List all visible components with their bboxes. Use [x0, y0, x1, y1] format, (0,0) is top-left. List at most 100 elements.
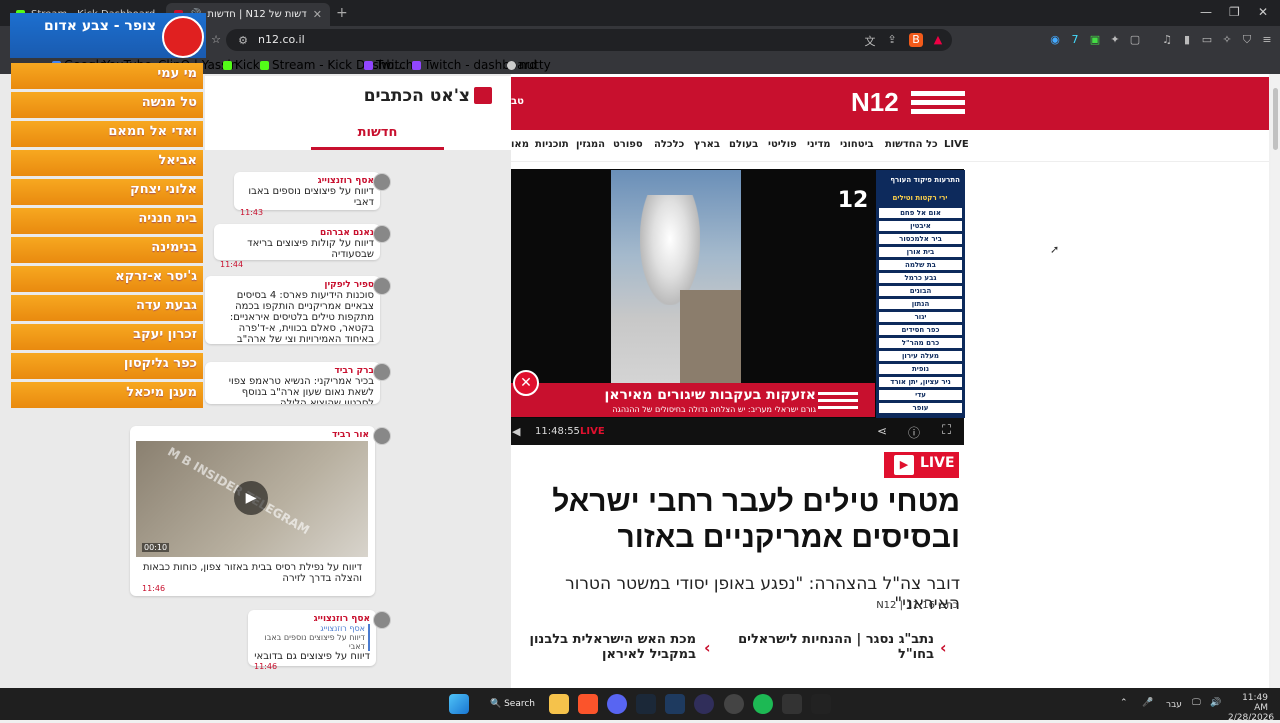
close-icon[interactable]: ✕: [313, 8, 322, 21]
tab-news[interactable]: חדשות: [311, 118, 444, 150]
related-article[interactable]: נתב"ג נסגר | ההנחיות לישראלים בחו"ל: [734, 632, 934, 662]
avatar: [373, 611, 391, 629]
alert-location: בנימינה: [11, 237, 203, 263]
avatar: [373, 225, 391, 243]
info-icon[interactable]: ⓘ: [908, 424, 920, 441]
chat-message: אסף רוזנצוייג דיווח על פיצוצים נוספים בא…: [234, 172, 380, 217]
translate-icon[interactable]: 文: [863, 33, 877, 48]
nav-diplomatic[interactable]: מדיני: [807, 139, 831, 150]
alert-location: זכרון יעקב: [11, 324, 203, 350]
share-icon[interactable]: ⇪: [885, 33, 899, 47]
language-indicator[interactable]: עבר: [1166, 700, 1182, 710]
logo-stripes-icon: [911, 91, 965, 117]
new-tab-button[interactable]: +: [336, 5, 348, 21]
video-thumbnail[interactable]: M B INSIDER TELEGRAM ▶ 00:10: [136, 441, 368, 557]
close-player-button[interactable]: ✕: [513, 370, 539, 396]
nav-magazine[interactable]: המגזין: [576, 139, 605, 150]
related-article[interactable]: מכת האש הישראלית בלבנון במקביל לאיראן: [511, 632, 697, 666]
extensions-icon[interactable]: ✦: [1108, 33, 1122, 47]
extension-icon[interactable]: ◉: [1048, 33, 1062, 47]
channel-12-logo: 12: [837, 188, 869, 213]
avatar: [373, 277, 391, 295]
app-icon[interactable]: [782, 694, 802, 714]
alert-location: ג'יסר א-זרקא: [11, 266, 203, 292]
alert-location: מי עמי: [11, 63, 203, 89]
bookmark-item[interactable]: nutty: [507, 58, 551, 72]
tray-chevron-icon[interactable]: ⌃: [1120, 698, 1128, 708]
scrollbar[interactable]: [1271, 74, 1280, 688]
brave-shield-icon[interactable]: B: [909, 33, 923, 47]
chat-message: נאנם אברהם דיווח על קולות פיצוצים בריאד …: [214, 224, 380, 269]
volume-icon[interactable]: ◀: [512, 425, 520, 438]
app-icon[interactable]: [694, 694, 714, 714]
media-icon[interactable]: ♫: [1160, 33, 1174, 47]
alert-locations-list: מי עמי טל מנשה ואדי אל חמאם אביאל אלוני …: [11, 63, 203, 408]
steam-icon[interactable]: [636, 694, 656, 714]
header-link[interactable]: טב: [511, 96, 524, 107]
mic-icon[interactable]: 🎤: [1142, 698, 1153, 708]
bookmark-item[interactable]: Twitch: [364, 58, 413, 72]
nav-more[interactable]: מאו: [511, 139, 529, 150]
home-front-alerts-panel: התרעות פיקוד העורף ירי רקטות וטילים אום …: [876, 170, 965, 418]
network-icon[interactable]: 🖵: [1192, 698, 1201, 708]
nav-live[interactable]: LIVE: [944, 139, 969, 150]
obs-icon[interactable]: [724, 694, 744, 714]
nav-sport[interactable]: ספורט: [613, 139, 643, 150]
bookmark-icon[interactable]: ☆: [209, 33, 223, 47]
alert-location: אלוני יצחק: [11, 179, 203, 205]
chat-title: צ'אט הכתבים: [363, 86, 470, 106]
taskbar-search[interactable]: 🔍 Search: [490, 699, 535, 709]
volume-icon[interactable]: 🔊: [1210, 698, 1221, 708]
nav-world[interactable]: בעולם: [729, 139, 758, 150]
twitch-icon: [412, 60, 421, 70]
app-icon[interactable]: [811, 694, 831, 714]
discord-icon[interactable]: [607, 694, 627, 714]
chat-icon: [474, 87, 492, 104]
brave-icon[interactable]: [578, 694, 598, 714]
clock[interactable]: 11:49 AM 2/28/2026: [1228, 693, 1274, 723]
kick-icon: [223, 60, 232, 70]
extension-icon[interactable]: ▢: [1128, 33, 1142, 47]
play-icon[interactable]: ▶: [234, 481, 268, 515]
site-settings-icon[interactable]: ⚙: [236, 34, 250, 48]
chat-message: ספיר ליפקין סוכנות הידיעות פארס: 4 בסיסי…: [205, 276, 380, 344]
bookmark-item[interactable]: Kick: [223, 58, 260, 72]
smoke-plume: [640, 195, 700, 305]
live-badge[interactable]: ▶ LIVE: [884, 452, 959, 478]
nav-all-news[interactable]: כל החדשות: [885, 139, 938, 150]
nav-economy[interactable]: כלכלה: [654, 139, 684, 150]
rewards-icon[interactable]: ▲: [931, 33, 945, 47]
leo-icon[interactable]: ✧: [1220, 33, 1234, 47]
extension-icon[interactable]: 7: [1068, 33, 1082, 47]
article-headline[interactable]: מטחי טילים לעבר רחבי ישראל ובסיסים אמריק…: [520, 484, 960, 556]
chat-message: ברק רביד בכיר אמריקני: הנשיא טראמפ צפוי …: [205, 362, 380, 404]
menu-icon[interactable]: ≡: [1260, 33, 1274, 47]
nav-security[interactable]: ביטחוני: [840, 139, 874, 150]
nav-politics[interactable]: פוליטי: [768, 139, 797, 150]
n12-stripes-icon: [818, 392, 858, 412]
play-icon: ▶: [894, 455, 914, 475]
restore-icon[interactable]: ❐: [1229, 5, 1240, 19]
vpn-icon[interactable]: ⛉: [1240, 33, 1254, 47]
twitch-icon: [364, 60, 373, 70]
sidebar-icon[interactable]: ▮: [1180, 33, 1194, 47]
wallet-icon[interactable]: ▭: [1200, 33, 1214, 47]
nav-shows[interactable]: תוכניות: [535, 139, 569, 150]
minimize-icon[interactable]: —: [1200, 5, 1212, 19]
extension-icon[interactable]: ▣: [1088, 33, 1102, 47]
message-text: דיווח על נפילת רסיס בבית באזור צפון, כוח…: [136, 558, 368, 593]
mouse-cursor-icon: ➚: [1050, 243, 1060, 256]
spotify-icon[interactable]: [753, 694, 773, 714]
nav-israel[interactable]: בארץ: [694, 139, 720, 150]
fullscreen-icon[interactable]: ⛶: [942, 423, 951, 438]
app-icon[interactable]: [665, 694, 685, 714]
file-explorer-icon[interactable]: [549, 694, 569, 714]
close-window-icon[interactable]: ✕: [1258, 5, 1268, 19]
address-bar[interactable]: n12.co.il: [226, 29, 952, 51]
avatar: [373, 427, 391, 445]
article-byline: כתבי N12 | 11:16: [876, 600, 958, 611]
n12-logo[interactable]: N12: [851, 87, 899, 118]
url-text: n12.co.il: [258, 33, 305, 46]
share-icon[interactable]: ⋖: [877, 424, 887, 438]
windows-start-icon[interactable]: [449, 694, 469, 714]
